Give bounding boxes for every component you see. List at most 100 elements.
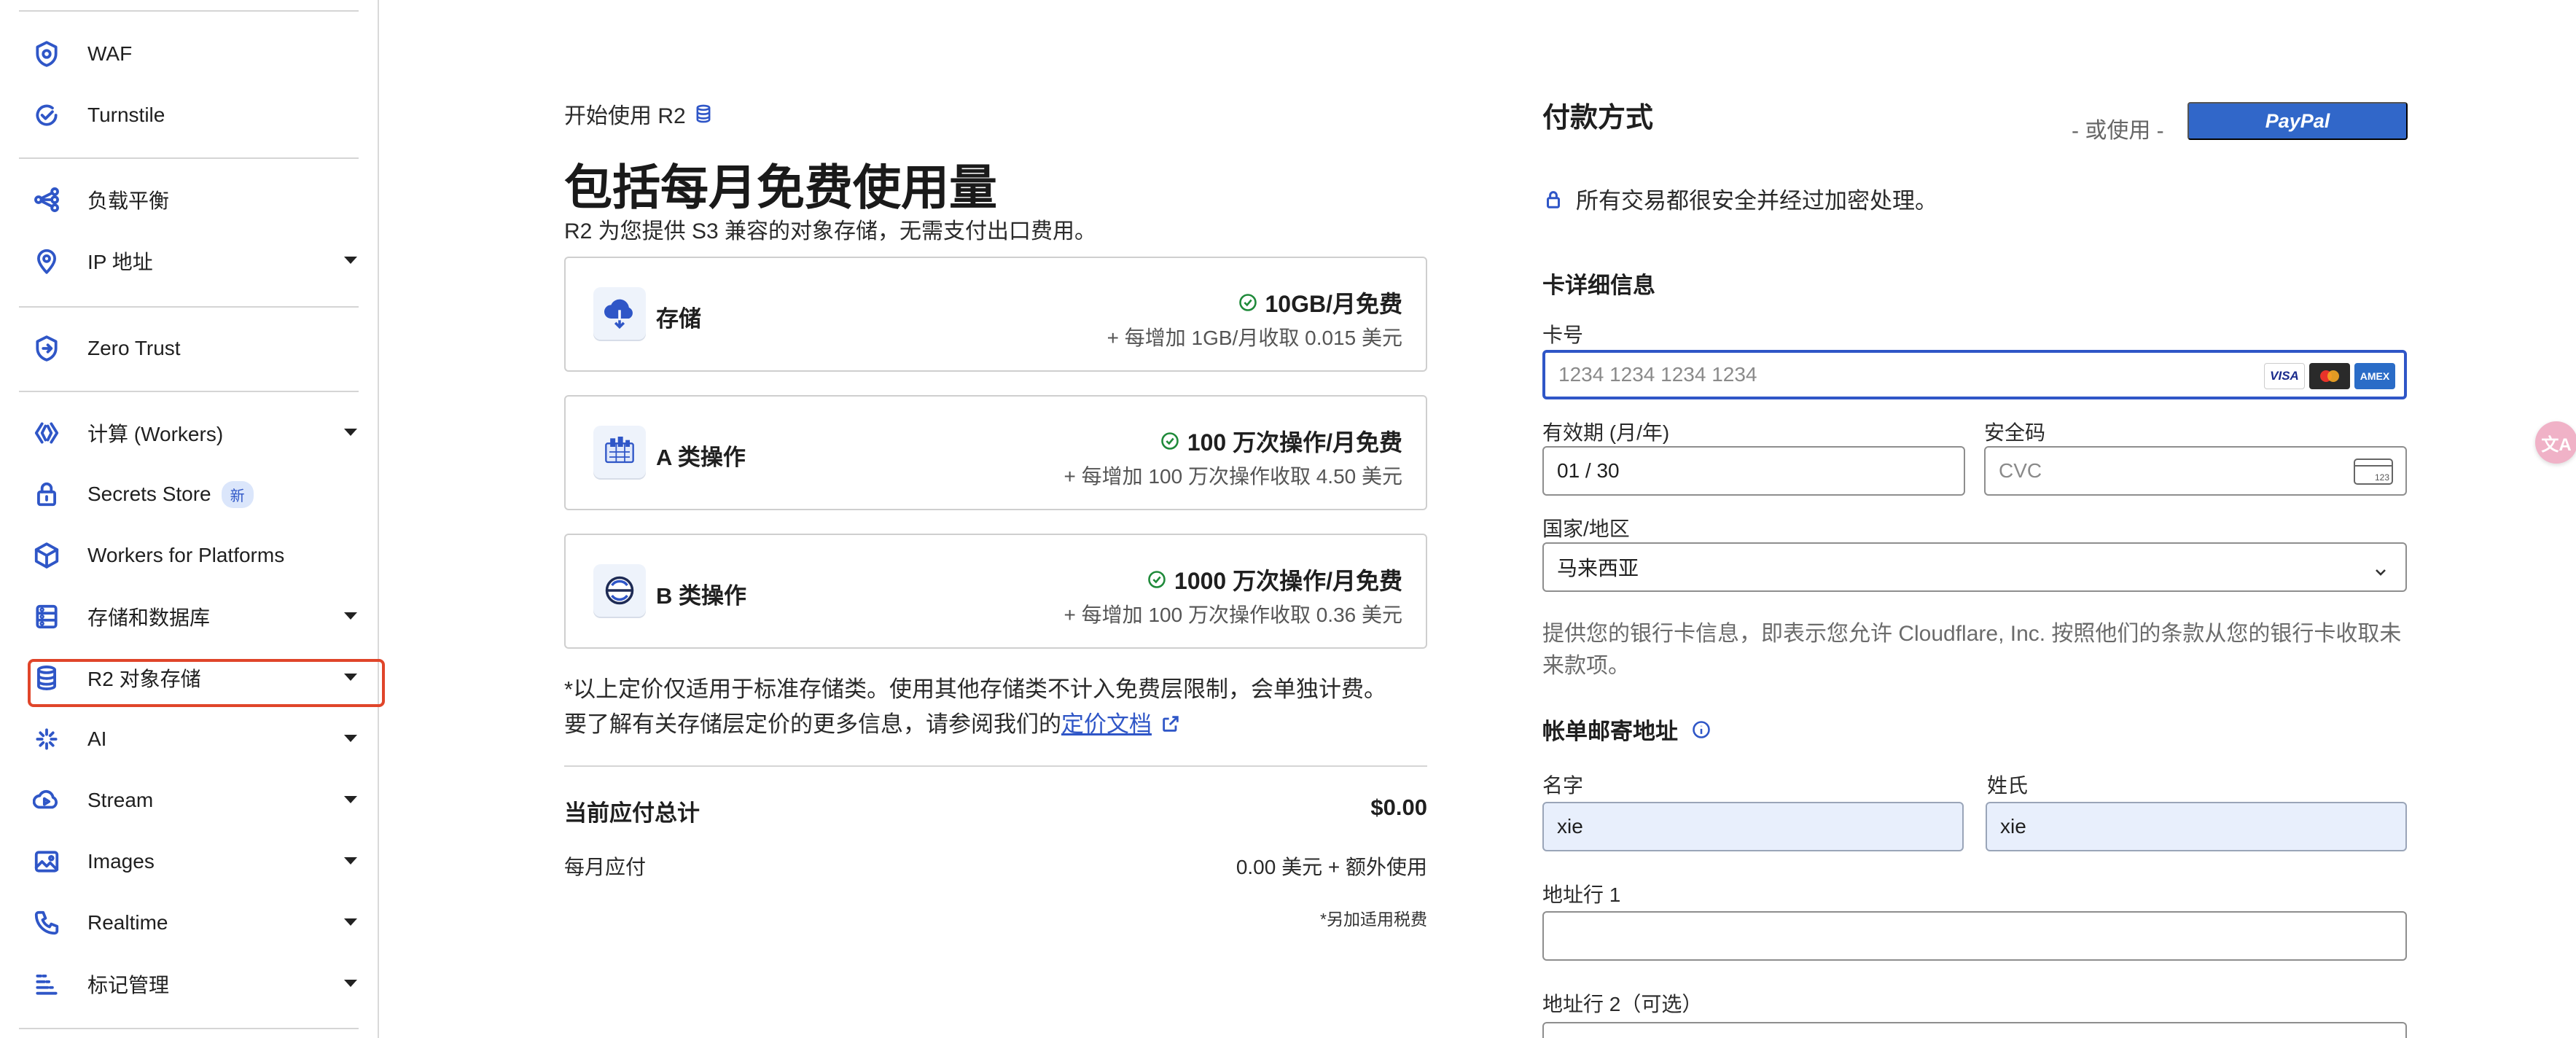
secure-notice: 所有交易都很安全并经过加密处理。 — [1542, 182, 1937, 215]
address-line1-input[interactable] — [1542, 911, 2407, 961]
sidebar-item-label: Realtime — [87, 911, 168, 934]
location-pin-icon — [29, 243, 64, 278]
ai-sparkle-icon — [29, 722, 64, 757]
sidebar-item-images[interactable]: Images — [29, 838, 364, 885]
sidebar: WAF Turnstile 负载平衡 IP 地址 Zero Trust 计算 (… — [0, 0, 385, 1038]
card-number-input[interactable]: 1234 1234 1234 1234 VISA AMEX — [1542, 350, 2407, 399]
lock-icon — [1547, 190, 1560, 208]
plan-extra-price: + 每增加 100 万次操作收取 0.36 美元 — [1063, 604, 1402, 626]
plan-free-tier: 100 万次操作/月免费 — [1160, 424, 1402, 458]
translate-button[interactable]: 文A — [2535, 421, 2576, 464]
card-cvc-icon: 123 — [2353, 458, 2394, 485]
sidebar-divider — [19, 10, 359, 12]
chevron-down-icon[interactable] — [344, 612, 357, 620]
country-select[interactable]: 马来西亚 — [1542, 542, 2407, 592]
plan-card-class-a: A 类操作 100 万次操作/月免费 + 每增加 100 万次操作收取 4.50… — [564, 395, 1427, 510]
workers-icon — [29, 415, 64, 450]
visa-icon: VISA — [2264, 363, 2305, 389]
card-brand-logos: VISA AMEX — [2264, 363, 2395, 389]
mastercard-icon — [2309, 363, 2350, 389]
cvc-input[interactable]: CVC 123 — [1984, 446, 2407, 496]
sidebar-item-label: Secrets Store — [87, 483, 211, 505]
sidebar-item-realtime[interactable]: Realtime — [29, 900, 364, 946]
sidebar-item-label: Stream — [87, 789, 154, 811]
payment-method-title: 付款方式 — [1542, 103, 1654, 133]
sidebar-item-storage-databases[interactable]: 存储和数据库 — [29, 593, 364, 640]
plan-card-class-b: B 类操作 1000 万次操作/月免费 + 每增加 100 万次操作收取 0.3… — [564, 534, 1427, 649]
sidebar-item-turnstile[interactable]: Turnstile — [29, 92, 364, 138]
plan-name: B 类操作 — [656, 583, 746, 609]
turnstile-icon — [29, 98, 64, 133]
sidebar-item-workers[interactable]: 计算 (Workers) — [29, 410, 364, 456]
amex-icon: AMEX — [2354, 363, 2395, 389]
first-name-label: 名字 — [1542, 774, 1584, 797]
paypal-button[interactable]: PayPal — [2187, 102, 2408, 140]
image-icon — [29, 844, 64, 879]
phone-icon — [29, 905, 64, 940]
chevron-down-icon[interactable] — [344, 429, 357, 436]
sidebar-item-load-balancing[interactable]: 负载平衡 — [29, 176, 364, 223]
last-name-input[interactable]: xie — [1986, 802, 2407, 851]
chevron-down-icon[interactable] — [344, 735, 357, 742]
expiry-input[interactable]: 01 / 30 — [1542, 446, 1965, 496]
plan-extra-price: + 每增加 1GB/月收取 0.015 美元 — [1106, 327, 1402, 349]
sidebar-item-label: Images — [87, 850, 155, 873]
sidebar-item-secrets-store[interactable]: Secrets Store 新 — [29, 471, 364, 518]
sidebar-divider — [19, 391, 359, 392]
chevron-down-icon[interactable] — [344, 796, 357, 803]
address-line2-label: 地址行 2（可选） — [1542, 993, 1703, 1015]
check-circle-icon — [1148, 571, 1166, 588]
sidebar-item-workers-for-platforms[interactable]: Workers for Platforms — [29, 532, 364, 579]
lock-icon — [29, 477, 64, 512]
zero-trust-icon — [29, 331, 64, 366]
sidebar-divider — [19, 157, 359, 159]
first-name-value: xie — [1557, 815, 1583, 838]
external-link-icon[interactable] — [1160, 709, 1181, 732]
operations-b-icon — [593, 564, 646, 617]
country-value: 马来西亚 — [1557, 557, 1639, 580]
pricing-note-text: 要了解有关存储层定价的更多信息，请参阅我们的 — [564, 711, 1061, 737]
cvc-label: 安全码 — [1984, 421, 2046, 444]
expiry-label: 有效期 (月/年) — [1542, 421, 1670, 444]
chevron-down-icon[interactable] — [344, 857, 357, 865]
cube-icon — [29, 538, 64, 573]
start-label-text: 开始使用 R2 — [564, 104, 686, 128]
plan-extra-price: + 每增加 100 万次操作收取 4.50 美元 — [1063, 465, 1402, 488]
first-name-input[interactable]: xie — [1542, 802, 1964, 851]
chevron-down-icon[interactable] — [344, 257, 357, 264]
sidebar-item-waf[interactable]: WAF — [29, 31, 364, 77]
sidebar-item-label: Workers for Platforms — [87, 544, 285, 566]
page-title: 包括每月免费使用量 — [564, 160, 997, 214]
sidebar-item-tag-management[interactable]: 标记管理 — [29, 961, 364, 1007]
sidebar-item-ip-address[interactable]: IP 地址 — [29, 238, 364, 284]
card-details-title-text: 卡详细信息 — [1542, 273, 1655, 298]
last-name-label: 姓氏 — [1987, 774, 2029, 797]
card-number-label: 卡号 — [1542, 324, 1584, 346]
pricing-note-line1: *以上定价仅适用于标准存储类。使用其他存储类不计入免费层限制，会单独计费。 — [564, 676, 1387, 702]
info-icon[interactable] — [1691, 719, 1712, 740]
pricing-docs-link[interactable]: 定价文档 — [1061, 711, 1152, 737]
chevron-down-icon — [2373, 561, 2388, 576]
database-icon — [696, 104, 711, 123]
sidebar-item-stream[interactable]: Stream — [29, 777, 364, 824]
monthly-due-value: 0.00 美元 + 额外使用 — [1236, 856, 1427, 878]
r2-highlight-box — [28, 659, 385, 707]
country-label: 国家/地区 — [1542, 518, 1630, 540]
billing-address-title-text: 帐单邮寄地址 — [1542, 719, 1678, 744]
pricing-note: *以上定价仅适用于标准存储类。使用其他存储类不计入免费层限制，会单独计费。 要了… — [564, 672, 1427, 742]
chevron-down-icon[interactable] — [344, 980, 357, 987]
sidebar-divider — [19, 306, 359, 308]
plan-free-tier: 1000 万次操作/月免费 — [1147, 563, 1402, 596]
sidebar-item-label: 负载平衡 — [87, 190, 170, 212]
storage-icon — [29, 599, 64, 634]
plan-free-tier: 10GB/月免费 — [1238, 286, 1403, 319]
address-line2-input[interactable] — [1542, 1022, 2407, 1038]
plan-name: A 类操作 — [656, 445, 746, 470]
cvc-icon-text: 123 — [2375, 472, 2389, 483]
last-name-value: xie — [2000, 815, 2026, 838]
sidebar-item-label: 存储和数据库 — [87, 606, 211, 629]
plan-free-text: 10GB/月免费 — [1265, 291, 1403, 317]
sidebar-item-ai[interactable]: AI — [29, 716, 364, 762]
chevron-down-icon[interactable] — [344, 918, 357, 926]
sidebar-item-zero-trust[interactable]: Zero Trust — [29, 325, 364, 372]
